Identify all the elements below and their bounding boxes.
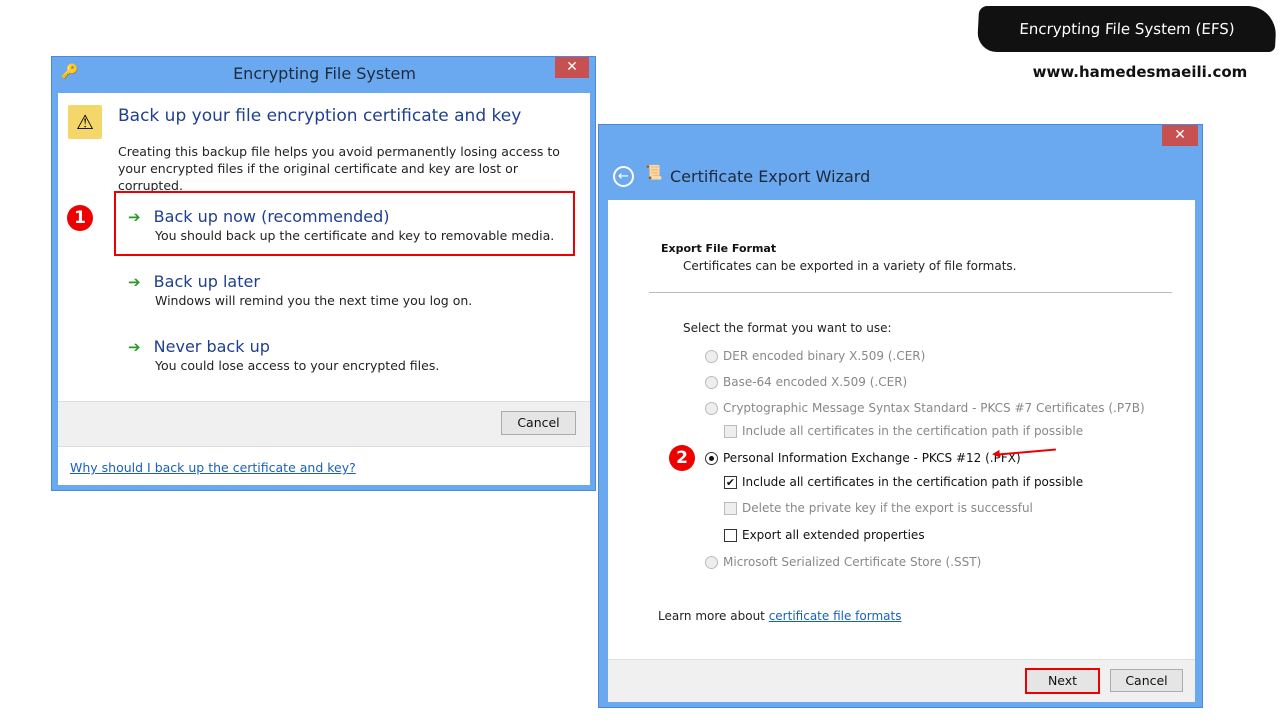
- radio-sst[interactable]: Microsoft Serialized Certificate Store (…: [705, 555, 981, 569]
- efs-description: Creating this backup file helps you avoi…: [118, 144, 560, 193]
- step-2-badge: 2: [669, 445, 695, 471]
- close-button[interactable]: ✕: [555, 57, 589, 78]
- efs-heading: Back up your file encryption certificate…: [118, 106, 522, 126]
- next-button[interactable]: Next: [1025, 668, 1100, 694]
- option-label: Back up now (recommended): [153, 207, 390, 226]
- checkbox-p7b-include-all[interactable]: Include all certificates in the certific…: [724, 424, 1083, 438]
- option-label: Never back up: [153, 337, 270, 356]
- green-arrow-icon: ➔: [128, 338, 141, 356]
- option-label: Back up later: [153, 272, 260, 291]
- close-button[interactable]: ✕: [1162, 125, 1198, 146]
- step-1-badge: 1: [67, 205, 93, 231]
- section-title: Export File Format: [661, 242, 777, 255]
- learn-more: Learn more about certificate file format…: [658, 609, 902, 623]
- certificate-export-wizard: ✕ ← 📜 Certificate Export Wizard Export F…: [598, 124, 1203, 708]
- efs-dialog: 🔑 Encrypting File System ✕ ⚠ Back up you…: [51, 56, 596, 491]
- green-arrow-icon: ➔: [128, 273, 141, 291]
- website-url: www.hamedesmaeili.com: [1032, 63, 1248, 81]
- radio-base64[interactable]: Base-64 encoded X.509 (.CER): [705, 375, 907, 389]
- key-warning-icon: ⚠: [68, 105, 102, 139]
- help-link[interactable]: Why should I back up the certificate and…: [70, 460, 356, 475]
- checkbox-export-extended[interactable]: Export all extended properties: [724, 528, 925, 542]
- format-prompt: Select the format you want to use:: [683, 321, 892, 335]
- efs-title: Encrypting File System: [233, 64, 416, 83]
- radio-pfx[interactable]: Personal Information Exchange - PKCS #12…: [705, 451, 1021, 465]
- option-backup-later[interactable]: ➔ Back up later Windows will remind you …: [128, 272, 472, 308]
- certificate-icon: 📜: [645, 165, 663, 181]
- radio-p7b[interactable]: Cryptographic Message Syntax Standard - …: [705, 401, 1145, 415]
- wizard-content: Export File Format Certificates can be e…: [608, 200, 1195, 659]
- cancel-button[interactable]: Cancel: [501, 411, 576, 435]
- banner-title: Encrypting File System (EFS): [1018, 20, 1236, 38]
- back-arrow-icon[interactable]: ←: [613, 166, 634, 187]
- efs-content: ⚠ Back up your file encryption certifica…: [58, 93, 590, 485]
- wizard-title: Certificate Export Wizard: [670, 167, 871, 186]
- red-arrow-icon: ◀: [992, 448, 1056, 460]
- file-formats-link[interactable]: certificate file formats: [769, 609, 902, 623]
- radio-der[interactable]: DER encoded binary X.509 (.CER): [705, 349, 925, 363]
- wizard-footer: [608, 659, 1195, 702]
- checkbox-pfx-include-all[interactable]: ✔ Include all certificates in the certifi…: [724, 475, 1083, 489]
- banner: Encrypting File System (EFS): [976, 6, 1278, 52]
- cancel-button[interactable]: Cancel: [1110, 669, 1183, 692]
- checkbox-delete-private-key[interactable]: Delete the private key if the export is …: [724, 501, 1033, 515]
- option-desc: Windows will remind you the next time yo…: [155, 293, 473, 308]
- option-desc: You should back up the certificate and k…: [155, 228, 555, 243]
- option-desc: You could lose access to your encrypted …: [155, 358, 440, 373]
- divider: [649, 292, 1172, 293]
- green-arrow-icon: ➔: [128, 208, 141, 226]
- section-desc: Certificates can be exported in a variet…: [683, 259, 1017, 273]
- option-backup-now[interactable]: ➔ Back up now (recommended) You should b…: [128, 207, 554, 243]
- option-never-backup[interactable]: ➔ Never back up You could lose access to…: [128, 337, 439, 373]
